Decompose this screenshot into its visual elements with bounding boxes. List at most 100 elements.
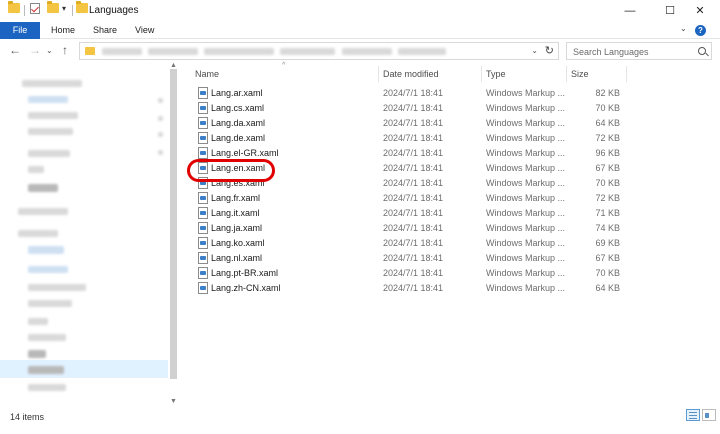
- column-header-date[interactable]: Date modified: [383, 69, 439, 79]
- folder-icon: [8, 1, 20, 13]
- search-box[interactable]: Search Languages: [566, 42, 712, 60]
- pin-icon[interactable]: [158, 150, 163, 155]
- scrollbar-thumb[interactable]: [170, 69, 177, 379]
- tree-item[interactable]: [28, 112, 78, 119]
- properties-checkmark-icon[interactable]: [30, 3, 40, 14]
- file-name[interactable]: Lang.fr.xaml: [211, 193, 260, 203]
- file-type: Windows Markup ...: [486, 118, 566, 128]
- close-button[interactable]: ✕: [680, 0, 720, 22]
- xaml-file-icon: [198, 237, 208, 249]
- file-size: 96 KB: [595, 148, 620, 158]
- file-date-modified: 2024/7/1 18:41: [383, 283, 444, 293]
- scroll-down-icon[interactable]: ▼: [170, 398, 177, 405]
- file-row[interactable]: Lang.ko.xaml 2024/7/1 18:41 Windows Markup…: [182, 236, 632, 251]
- tab-view[interactable]: View: [135, 22, 154, 39]
- tree-item[interactable]: [28, 300, 72, 307]
- details-view-button[interactable]: [686, 409, 700, 421]
- file-row[interactable]: Lang.da.xaml 2024/7/1 18:41 Windows Markup…: [182, 116, 632, 131]
- expand-ribbon-chevron-icon[interactable]: ⌄: [680, 24, 687, 33]
- tab-share[interactable]: Share: [93, 22, 117, 39]
- selected-tree-item[interactable]: [0, 360, 168, 378]
- recent-locations-chevron-icon[interactable]: ⌄: [46, 46, 53, 55]
- file-name[interactable]: Lang.zh-CN.xaml: [211, 283, 281, 293]
- tree-item[interactable]: [28, 284, 86, 291]
- column-divider[interactable]: [481, 66, 482, 82]
- column-divider[interactable]: [566, 66, 567, 82]
- tree-item[interactable]: [28, 384, 66, 391]
- file-row[interactable]: Lang.fr.xaml 2024/7/1 18:41 Windows Markup…: [182, 191, 632, 206]
- column-divider[interactable]: [378, 66, 379, 82]
- file-name[interactable]: Lang.pt-BR.xaml: [211, 268, 278, 278]
- file-row[interactable]: Lang.de.xaml 2024/7/1 18:41 Windows Markup…: [182, 131, 632, 146]
- file-row[interactable]: Lang.zh-CN.xaml 2024/7/1 18:41 Windows Mar…: [182, 281, 632, 296]
- file-list[interactable]: Lang.ar.xaml 2024/7/1 18:41 Windows Markup…: [182, 86, 720, 306]
- address-path-segment[interactable]: [280, 48, 335, 55]
- pin-icon[interactable]: [158, 98, 163, 103]
- column-headers: ^ Name Date modified Type Size: [182, 62, 720, 84]
- file-row[interactable]: Lang.cs.xaml 2024/7/1 18:41 Windows Markup…: [182, 101, 632, 116]
- file-date-modified: 2024/7/1 18:41: [383, 148, 444, 158]
- address-path-segment[interactable]: [204, 48, 274, 55]
- forward-button[interactable]: →: [29, 43, 41, 57]
- address-path-segment[interactable]: [398, 48, 446, 55]
- search-input[interactable]: Search Languages: [573, 47, 649, 57]
- new-folder-icon[interactable]: [47, 1, 59, 13]
- address-folder-icon: [85, 47, 95, 55]
- address-path-segment[interactable]: [102, 48, 142, 55]
- address-dropdown-chevron-icon[interactable]: ⌄: [531, 46, 538, 55]
- pin-icon[interactable]: [158, 132, 163, 137]
- tree-item[interactable]: [28, 246, 64, 254]
- file-name[interactable]: Lang.el-GR.xaml: [211, 148, 279, 158]
- large-icons-view-button[interactable]: [702, 409, 716, 421]
- refresh-icon[interactable]: ↻: [545, 44, 554, 57]
- file-name[interactable]: Lang.nl.xaml: [211, 253, 262, 263]
- tree-item[interactable]: [28, 334, 66, 341]
- file-type: Windows Markup ...: [486, 253, 566, 263]
- column-header-name[interactable]: Name: [195, 69, 219, 79]
- tab-home[interactable]: Home: [51, 22, 75, 39]
- file-row[interactable]: Lang.nl.xaml 2024/7/1 18:41 Windows Markup…: [182, 251, 632, 266]
- column-divider[interactable]: [626, 66, 627, 82]
- tree-item[interactable]: [28, 166, 44, 173]
- file-name[interactable]: Lang.cs.xaml: [211, 103, 264, 113]
- tree-item[interactable]: [28, 150, 70, 157]
- address-path-segment[interactable]: [148, 48, 198, 55]
- up-button[interactable]: ↑: [62, 43, 68, 57]
- pin-icon[interactable]: [158, 116, 163, 121]
- file-row[interactable]: Lang.pt-BR.xaml 2024/7/1 18:41 Windows Mar…: [182, 266, 632, 281]
- tree-item[interactable]: [22, 80, 82, 87]
- tree-item[interactable]: [28, 350, 46, 358]
- file-date-modified: 2024/7/1 18:41: [383, 178, 444, 188]
- file-row[interactable]: Lang.it.xaml 2024/7/1 18:41 Windows Markup…: [182, 206, 632, 221]
- tree-item[interactable]: [28, 366, 64, 374]
- column-header-size[interactable]: Size: [571, 69, 589, 79]
- file-name[interactable]: Lang.de.xaml: [211, 133, 265, 143]
- address-bar[interactable]: ⌄ ↻: [79, 42, 559, 60]
- file-name[interactable]: Lang.it.xaml: [211, 208, 260, 218]
- file-row[interactable]: Lang.ar.xaml 2024/7/1 18:41 Windows Markup…: [182, 86, 632, 101]
- customize-toolbar-chevron-icon[interactable]: ▾: [62, 4, 66, 13]
- file-size: 64 KB: [595, 118, 620, 128]
- tree-item[interactable]: [28, 128, 73, 135]
- file-row[interactable]: Lang.ja.xaml 2024/7/1 18:41 Windows Markup…: [182, 221, 632, 236]
- tree-item[interactable]: [28, 96, 68, 103]
- navigation-pane[interactable]: ▲ ▼: [0, 62, 180, 408]
- file-name[interactable]: Lang.ar.xaml: [211, 88, 263, 98]
- back-button[interactable]: ←: [9, 43, 21, 57]
- help-icon[interactable]: ?: [695, 25, 706, 36]
- navigation-pane-scrollbar[interactable]: ▲ ▼: [168, 62, 180, 408]
- tree-item[interactable]: [28, 266, 68, 273]
- tab-file[interactable]: File: [0, 22, 40, 39]
- tree-item[interactable]: [18, 208, 68, 215]
- address-path-segment[interactable]: [342, 48, 392, 55]
- file-name[interactable]: Lang.da.xaml: [211, 118, 265, 128]
- file-name[interactable]: Lang.ja.xaml: [211, 223, 262, 233]
- tree-item[interactable]: [28, 318, 48, 325]
- scroll-up-icon[interactable]: ▲: [170, 62, 177, 69]
- tree-item[interactable]: [18, 230, 58, 237]
- minimize-button[interactable]: —: [610, 0, 650, 22]
- tree-item[interactable]: [28, 184, 58, 192]
- file-name[interactable]: Lang.ko.xaml: [211, 238, 265, 248]
- column-header-type[interactable]: Type: [486, 69, 506, 79]
- search-icon: [698, 47, 706, 55]
